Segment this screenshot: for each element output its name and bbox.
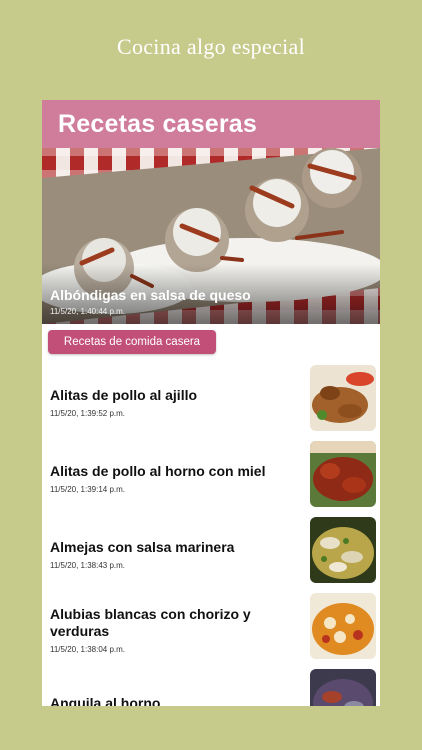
list-item[interactable]: Almejas con salsa marinera 11/5/20, 1:38… bbox=[42, 516, 380, 592]
recipe-list: Alitas de pollo al ajillo 11/5/20, 1:39:… bbox=[42, 364, 380, 706]
app-tagline: Cocina algo especial bbox=[116, 34, 306, 59]
recipe-date: 11/5/20, 1:39:52 p.m. bbox=[50, 408, 126, 418]
list-item[interactable]: Alitas de pollo al horno con miel 11/5/2… bbox=[42, 440, 380, 516]
recipe-thumbnail bbox=[310, 669, 376, 706]
recipe-thumbnail bbox=[310, 441, 376, 507]
recipe-title: Almejas con salsa marinera bbox=[50, 538, 235, 555]
featured-recipe-card[interactable]: Albóndigas en salsa de queso 11/5/20, 1:… bbox=[42, 148, 380, 324]
navigation-bar: Recetas caseras bbox=[42, 100, 380, 148]
recipe-title: Alitas de pollo al horno con miel bbox=[50, 462, 266, 479]
recipe-thumbnail bbox=[310, 365, 376, 431]
recipe-thumbnail bbox=[310, 593, 376, 659]
featured-recipe-date: 11/5/20, 1:40:44 p.m. bbox=[50, 307, 126, 316]
category-button[interactable]: Recetas de comida casera bbox=[48, 330, 216, 354]
list-item[interactable]: Alubias blancas con chorizo y verduras 1… bbox=[42, 592, 380, 668]
page-title: Recetas caseras bbox=[58, 109, 257, 138]
recipe-title: Alubias blancas con chorizo y verduras bbox=[50, 606, 251, 639]
list-item[interactable]: Anguila al horno bbox=[42, 668, 380, 706]
recipe-title: Anguila al horno bbox=[50, 695, 161, 706]
recipe-date: 11/5/20, 1:38:04 p.m. bbox=[50, 645, 126, 654]
recipe-date: 11/5/20, 1:38:43 p.m. bbox=[50, 560, 126, 570]
app-screen: Recetas caseras Albóndigas en salsa de q… bbox=[42, 100, 380, 706]
recipe-title: Alitas de pollo al ajillo bbox=[50, 386, 198, 403]
recipe-date: 11/5/20, 1:39:14 p.m. bbox=[50, 484, 126, 494]
featured-recipe-title: Albóndigas en salsa de queso bbox=[50, 287, 251, 303]
list-item[interactable]: Alitas de pollo al ajillo 11/5/20, 1:39:… bbox=[42, 364, 380, 440]
recipe-thumbnail bbox=[310, 517, 376, 583]
